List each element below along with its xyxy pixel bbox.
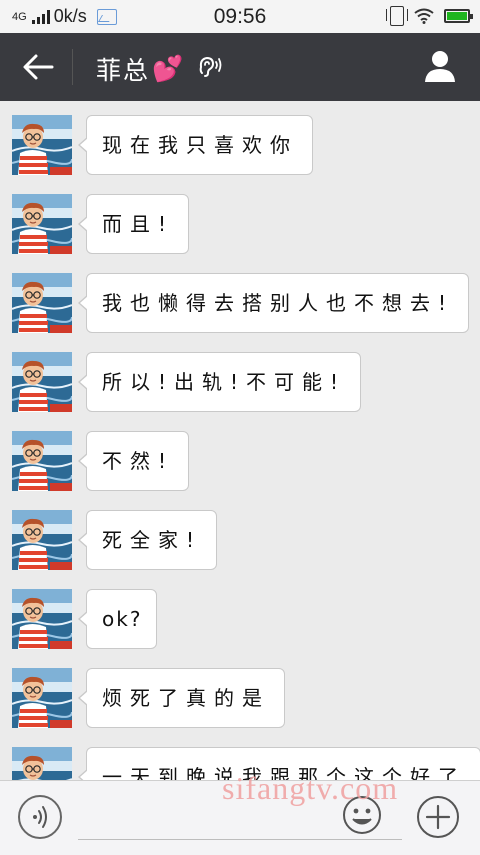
contact-profile-icon[interactable] [424,49,456,83]
avatar[interactable] [12,273,72,333]
message-row: ok? [12,589,158,649]
message-bubble[interactable]: 不然! [77,431,190,491]
message-bubble[interactable]: 死全家! [77,510,218,570]
avatar[interactable] [12,510,72,570]
message-row: 一天到晚说我跟那个这个好了 [12,747,480,780]
message-bubble[interactable]: 所以!出轨!不可能! [77,352,362,412]
avatar[interactable] [12,589,72,649]
message-bubble[interactable]: ok? [77,589,158,649]
message-bubble[interactable]: 一天到晚说我跟那个这个好了 [78,747,480,780]
message-bubble[interactable]: 我也懒得去搭别人也不想去! [77,273,470,333]
avatar[interactable] [12,668,72,728]
vibrate-icon [386,6,408,26]
voice-input-button[interactable] [18,795,62,839]
message-row: 现在我只喜欢你 [12,115,313,175]
header-divider [72,49,73,85]
message-row: 不然! [12,431,190,491]
more-plus-button[interactable] [416,795,460,839]
message-row: 所以!出轨!不可能! [12,352,362,412]
chat-header: 菲总 💕 [0,33,480,101]
avatar[interactable] [12,747,72,780]
chat-title: 菲总 💕 [96,51,185,87]
message-bubble[interactable]: 而且! [77,194,190,254]
battery-icon [444,9,473,23]
earpiece-mode-icon [199,56,222,77]
message-bubble[interactable]: 现在我只喜欢你 [78,115,313,175]
emoji-button[interactable] [342,795,382,835]
avatar[interactable] [12,431,72,491]
message-row: 我也懒得去搭别人也不想去! [12,273,470,333]
battery-level [447,12,467,20]
voice-icon [33,806,47,828]
back-arrow-icon[interactable] [18,49,58,85]
input-bar [0,780,480,855]
status-bar: 4G 0k/s 09:56 [0,0,480,33]
avatar[interactable] [12,115,72,175]
status-right [386,6,473,26]
hearts-emoji: 💕 [152,54,186,83]
avatar[interactable] [12,194,72,254]
avatar[interactable] [12,352,72,412]
message-bubble[interactable]: 烦死了真的是 [78,668,285,728]
message-row: 烦死了真的是 [12,668,285,728]
chat-list[interactable]: 现在我只喜欢你 而且! 我也懒得去搭别人也不想去! 所以!出轨!不可能! 不然!… [0,101,480,780]
contact-name: 菲总 [96,56,151,85]
wifi-icon [414,8,434,24]
message-row: 死全家! [12,510,218,570]
message-row: 而且! [12,194,190,254]
